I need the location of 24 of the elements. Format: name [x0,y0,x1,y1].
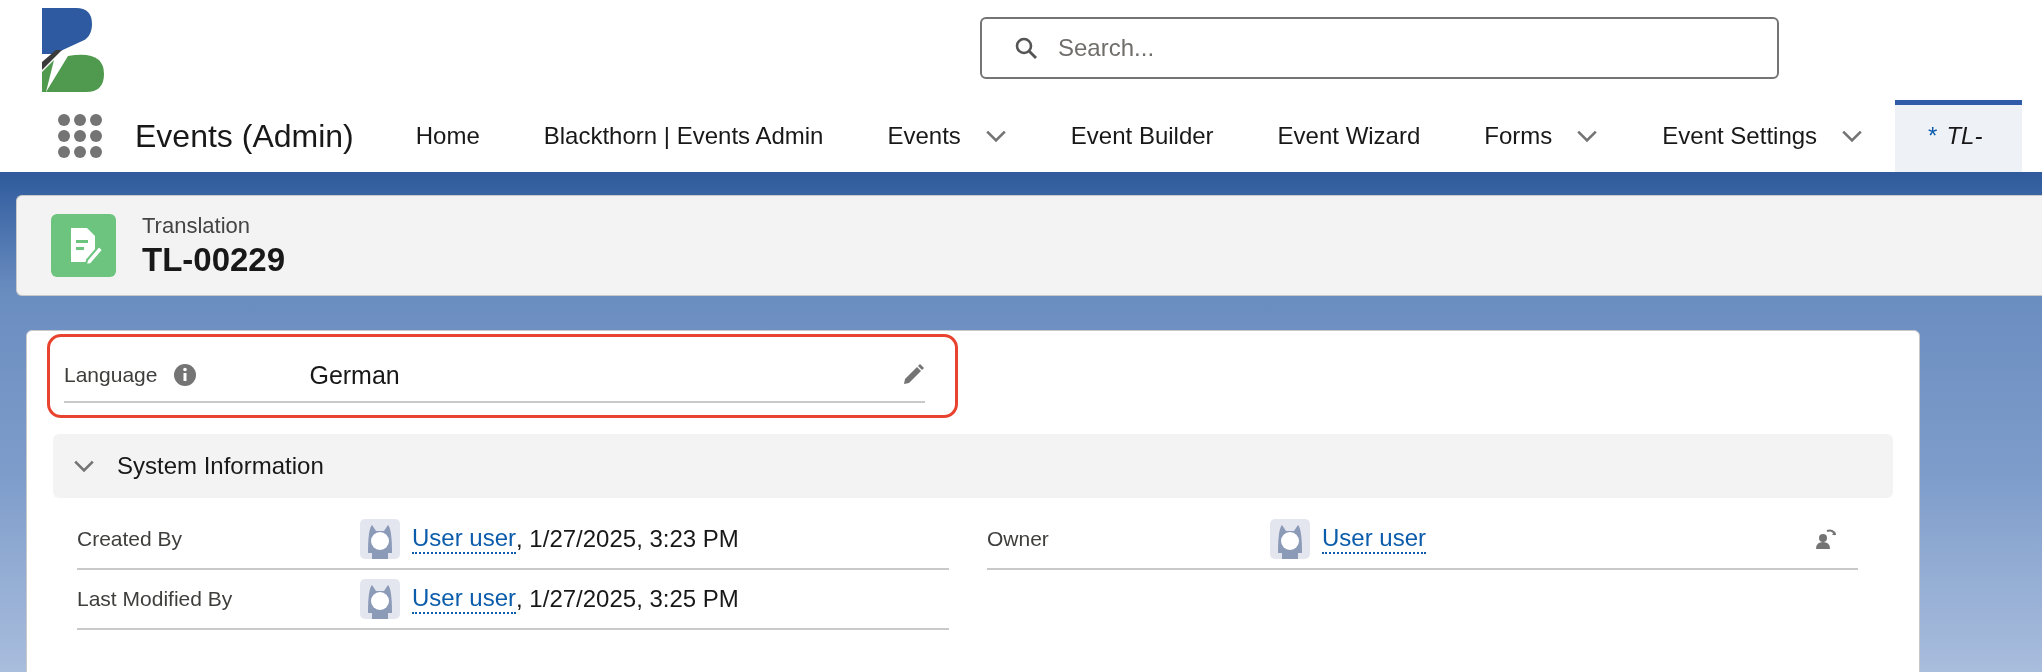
app-name: Events (Admin) [135,117,354,155]
record-name: TL-00229 [142,240,286,279]
field-label: Created By [77,527,184,551]
nav-item[interactable]: Home [383,100,512,172]
nav-menu-item[interactable]: Events [855,100,1039,172]
field-value: , 1/27/2025, 3:25 PM [516,585,739,613]
user-link[interactable]: User user [412,524,517,554]
section-title: System Information [117,452,324,480]
user-link[interactable]: User user [412,584,517,614]
field-value: , 1/27/2025, 3:23 PM [516,525,739,553]
nav-item[interactable]: Event Wizard [1245,100,1453,172]
nav-menu-item[interactable]: Event Settings [1630,100,1896,172]
field-label: Owner [987,527,1050,551]
record-tab[interactable]: * TL- [1895,100,2023,172]
user-link[interactable]: User user [1322,524,1427,554]
field-label: Last Modified By [77,587,234,611]
section-header[interactable]: System Information [53,434,1893,498]
search-field[interactable]: Search... [980,17,1779,79]
nav-item[interactable]: Blackthorn | Events Admin [511,100,856,172]
field-label: Language [64,363,158,387]
field-value: German [309,360,401,390]
nav-menu-item[interactable]: Forms [1452,100,1631,172]
object-type-label: Translation [142,212,251,239]
nav-item[interactable]: Event Builder [1038,100,1246,172]
